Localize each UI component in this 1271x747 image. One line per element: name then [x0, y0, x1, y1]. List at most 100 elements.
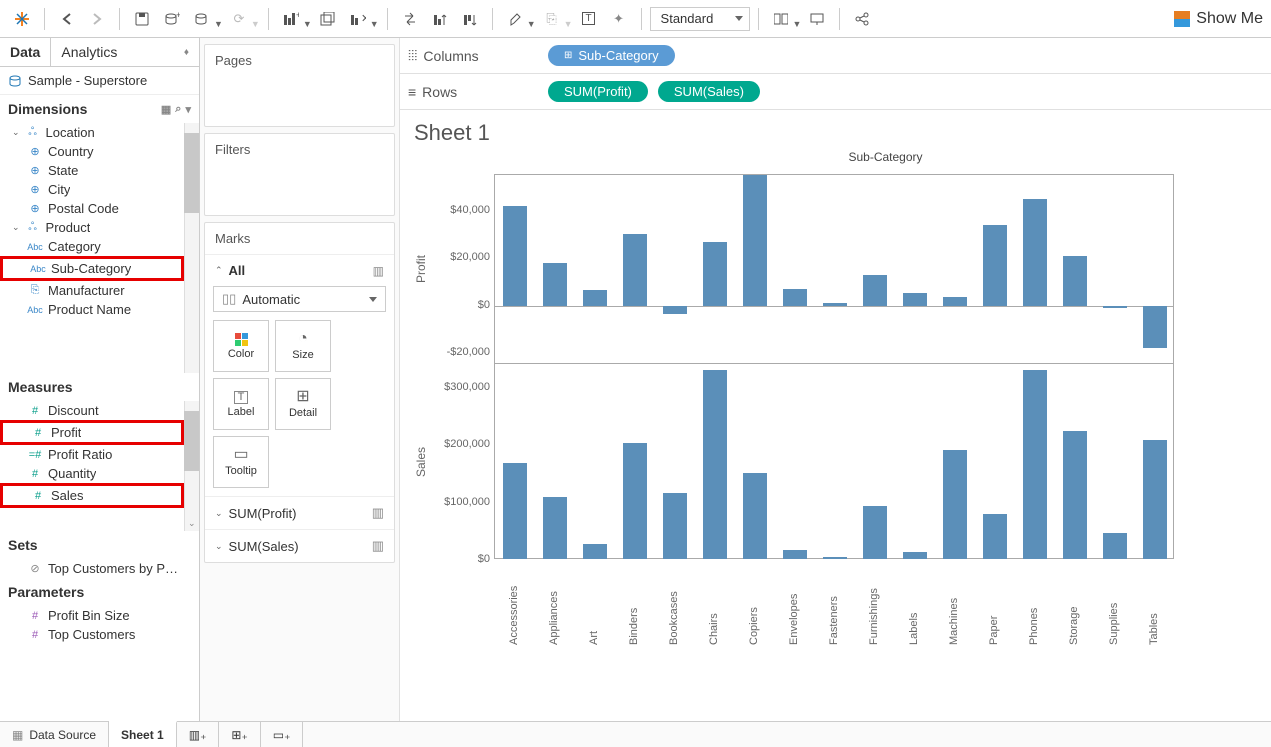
dim-state[interactable]: ⊕State: [0, 161, 184, 180]
dim-city[interactable]: ⊕City: [0, 180, 184, 199]
logo-icon[interactable]: [8, 5, 36, 33]
show-me-button[interactable]: Show Me: [1174, 10, 1263, 28]
bar[interactable]: [1143, 306, 1167, 349]
param-topcustomers[interactable]: #Top Customers: [0, 625, 199, 644]
bar[interactable]: [1063, 431, 1087, 559]
new-worksheet-icon[interactable]: +: [277, 5, 305, 33]
param-profitbin[interactable]: #Profit Bin Size: [0, 606, 199, 625]
marks-detail[interactable]: ⊞Detail: [275, 378, 331, 430]
clear-sheet-icon[interactable]: ✕: [344, 5, 372, 33]
bar[interactable]: [663, 493, 687, 559]
share-icon[interactable]: [848, 5, 876, 33]
bar[interactable]: [503, 463, 527, 559]
bar[interactable]: [543, 497, 567, 559]
dim-category[interactable]: AbcCategory: [0, 237, 184, 256]
bar[interactable]: [983, 514, 1007, 559]
new-datasource-icon[interactable]: +: [158, 5, 186, 33]
auto-update-icon[interactable]: ⟳: [225, 5, 253, 33]
marks-label[interactable]: TLabel: [213, 378, 269, 430]
tab-data[interactable]: Data: [0, 38, 51, 66]
bar[interactable]: [1023, 370, 1047, 559]
tab-sheet1[interactable]: Sheet 1: [109, 721, 177, 747]
label-icon[interactable]: T: [575, 5, 603, 33]
dim-manufacturer[interactable]: ⎘Manufacturer: [0, 281, 184, 300]
dim-group-location[interactable]: ⌄ஃLocation: [0, 123, 184, 142]
bar[interactable]: [783, 550, 807, 559]
marks-size[interactable]: ◔Size: [275, 320, 331, 372]
scrollbar[interactable]: [184, 123, 199, 373]
bar[interactable]: [503, 206, 527, 306]
presentation-icon[interactable]: [803, 5, 831, 33]
forward-button[interactable]: [83, 5, 111, 33]
bar[interactable]: [1023, 199, 1047, 306]
search-icon[interactable]: ⌕: [175, 103, 181, 116]
meas-profit[interactable]: #Profit: [0, 420, 184, 445]
bar[interactable]: [583, 544, 607, 559]
bar[interactable]: [1063, 256, 1087, 306]
bar[interactable]: [983, 225, 1007, 306]
cards-icon[interactable]: [767, 5, 795, 33]
rows-shelf[interactable]: ≡Rows SUM(Profit) SUM(Sales): [400, 74, 1271, 110]
bar[interactable]: [903, 552, 927, 559]
meas-quantity[interactable]: #Quantity: [0, 464, 184, 483]
tab-datasource[interactable]: ▦Data Source: [0, 722, 109, 747]
bar[interactable]: [583, 290, 607, 305]
swap-rows-cols-icon[interactable]: [396, 5, 424, 33]
datasource-row[interactable]: Sample - Superstore: [0, 67, 199, 95]
marks-type-select[interactable]: ▯▯ Automatic: [213, 286, 386, 312]
bar[interactable]: [943, 297, 967, 305]
pill-sum-sales[interactable]: SUM(Sales): [658, 81, 760, 102]
dim-productname[interactable]: AbcProduct Name: [0, 300, 184, 319]
bar[interactable]: [623, 234, 647, 305]
dim-postalcode[interactable]: ⊕Postal Code: [0, 199, 184, 218]
scrollbar[interactable]: ⌄: [184, 401, 199, 531]
new-story-button[interactable]: ▭₊: [261, 722, 304, 747]
bar[interactable]: [663, 306, 687, 314]
bar[interactable]: [823, 303, 847, 305]
save-icon[interactable]: [128, 5, 156, 33]
marks-sum-profit[interactable]: ⌄SUM(Profit)▥: [205, 496, 394, 529]
new-dashboard-button[interactable]: ⊞₊: [219, 722, 260, 747]
pill-subcategory[interactable]: ⊞Sub-Category: [548, 45, 675, 66]
bar[interactable]: [743, 175, 767, 306]
bar[interactable]: [703, 370, 727, 559]
view-icon[interactable]: ▦: [161, 103, 171, 116]
back-button[interactable]: [53, 5, 81, 33]
duplicate-sheet-icon[interactable]: [314, 5, 342, 33]
marks-tooltip[interactable]: ▭Tooltip: [213, 436, 269, 488]
tab-analytics[interactable]: Analytics♦: [51, 38, 199, 66]
highlight-icon[interactable]: [501, 5, 529, 33]
marks-color[interactable]: Color: [213, 320, 269, 372]
bar[interactable]: [743, 473, 767, 559]
pin-icon[interactable]: ✦: [605, 5, 633, 33]
marks-sum-sales[interactable]: ⌄SUM(Sales)▥: [205, 529, 394, 562]
bar[interactable]: [1143, 440, 1167, 559]
new-worksheet-button[interactable]: ▥₊: [177, 722, 220, 747]
pill-sum-profit[interactable]: SUM(Profit): [548, 81, 648, 102]
bar[interactable]: [863, 506, 887, 559]
refresh-data-icon[interactable]: [188, 5, 216, 33]
bar[interactable]: [1103, 533, 1127, 559]
bar[interactable]: [863, 275, 887, 306]
sort-asc-icon[interactable]: [426, 5, 454, 33]
sheet-title[interactable]: Sheet 1: [414, 120, 1257, 146]
set-topcustomers[interactable]: ⊘Top Customers by P…: [0, 559, 199, 578]
bar[interactable]: [943, 450, 967, 559]
bar[interactable]: [783, 289, 807, 306]
meas-profitratio[interactable]: =#Profit Ratio: [0, 445, 184, 464]
sort-desc-icon[interactable]: [456, 5, 484, 33]
meas-sales[interactable]: #Sales: [0, 483, 184, 508]
attach-icon[interactable]: ⎘: [538, 5, 566, 33]
bar[interactable]: [903, 293, 927, 306]
dim-subcategory[interactable]: AbcSub-Category: [0, 256, 184, 281]
marks-all-row[interactable]: ⌃All▥: [205, 254, 394, 286]
columns-shelf[interactable]: ⦙⦙⦙Columns ⊞Sub-Category: [400, 38, 1271, 74]
fit-select[interactable]: Standard: [650, 7, 750, 31]
menu-icon[interactable]: ▾: [185, 103, 191, 116]
dim-country[interactable]: ⊕Country: [0, 142, 184, 161]
bar[interactable]: [623, 443, 647, 559]
bar[interactable]: [543, 263, 567, 306]
meas-discount[interactable]: #Discount: [0, 401, 184, 420]
filters-shelf[interactable]: Filters: [204, 133, 395, 216]
bar[interactable]: [703, 242, 727, 306]
